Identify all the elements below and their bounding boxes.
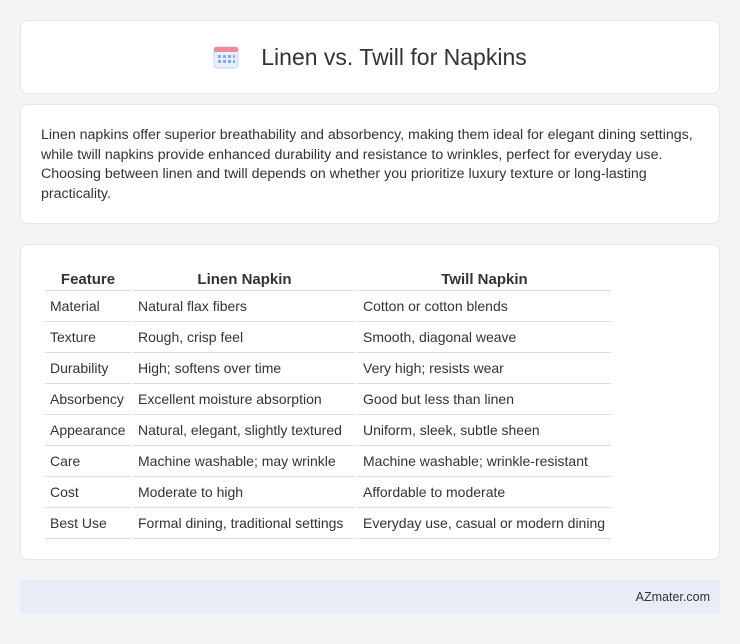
intro-paragraph: Linen napkins offer superior breathabili… xyxy=(41,127,693,202)
footer-brand: AZmater.com xyxy=(635,590,710,604)
table-row: Cost Moderate to high Affordable to mode… xyxy=(45,477,611,508)
table-row: Appearance Natural, elegant, slightly te… xyxy=(45,415,611,446)
intro-card: Linen napkins offer superior breathabili… xyxy=(20,104,720,224)
table-row: Care Machine washable; may wrinkle Machi… xyxy=(45,446,611,477)
linen-cell: Excellent moisture absorption xyxy=(133,384,356,415)
linen-cell: Rough, crisp feel xyxy=(133,322,356,353)
header-twill: Twill Napkin xyxy=(358,265,611,291)
twill-cell: Affordable to moderate xyxy=(358,477,611,508)
feature-cell: Appearance xyxy=(45,415,131,446)
twill-cell: Good but less than linen xyxy=(358,384,611,415)
linen-cell: Moderate to high xyxy=(133,477,356,508)
table-row: Material Natural flax fibers Cotton or c… xyxy=(45,291,611,322)
table-row: Absorbency Excellent moisture absorption… xyxy=(45,384,611,415)
feature-cell: Care xyxy=(45,446,131,477)
header-linen: Linen Napkin xyxy=(133,265,356,291)
twill-cell: Uniform, sleek, subtle sheen xyxy=(358,415,611,446)
linen-cell: Natural, elegant, slightly textured xyxy=(133,415,356,446)
twill-cell: Smooth, diagonal weave xyxy=(358,322,611,353)
feature-cell: Texture xyxy=(45,322,131,353)
linen-cell: Natural flax fibers xyxy=(133,291,356,322)
twill-cell: Cotton or cotton blends xyxy=(358,291,611,322)
comparison-table: Feature Linen Napkin Twill Napkin Materi… xyxy=(43,265,613,539)
calendar-icon xyxy=(213,46,239,69)
feature-cell: Absorbency xyxy=(45,384,131,415)
feature-cell: Best Use xyxy=(45,508,131,539)
header-feature: Feature xyxy=(45,265,131,291)
linen-cell: Formal dining, traditional settings xyxy=(133,508,356,539)
feature-cell: Durability xyxy=(45,353,131,384)
table-row: Best Use Formal dining, traditional sett… xyxy=(45,508,611,539)
twill-cell: Very high; resists wear xyxy=(358,353,611,384)
twill-cell: Machine washable; wrinkle-resistant xyxy=(358,446,611,477)
page-title: Linen vs. Twill for Napkins xyxy=(261,43,527,70)
comparison-card: Feature Linen Napkin Twill Napkin Materi… xyxy=(20,244,720,560)
feature-cell: Cost xyxy=(45,477,131,508)
footer-bar: AZmater.com xyxy=(20,580,720,614)
title-card: Linen vs. Twill for Napkins xyxy=(20,20,720,94)
linen-cell: Machine washable; may wrinkle xyxy=(133,446,356,477)
feature-cell: Material xyxy=(45,291,131,322)
linen-cell: High; softens over time xyxy=(133,353,356,384)
table-row: Durability High; softens over time Very … xyxy=(45,353,611,384)
twill-cell: Everyday use, casual or modern dining xyxy=(358,508,611,539)
table-row: Texture Rough, crisp feel Smooth, diagon… xyxy=(45,322,611,353)
table-header-row: Feature Linen Napkin Twill Napkin xyxy=(45,265,611,291)
